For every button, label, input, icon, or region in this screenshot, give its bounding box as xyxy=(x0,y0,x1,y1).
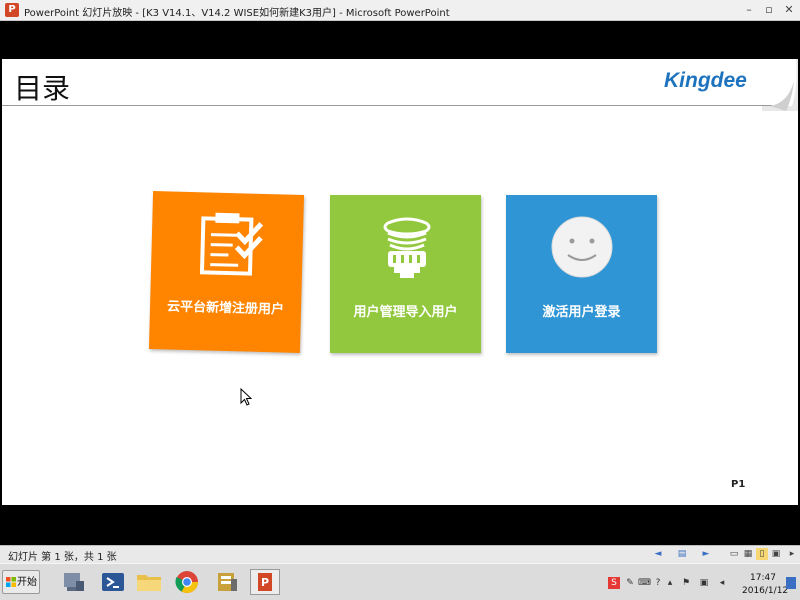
minimize-button[interactable]: – xyxy=(740,3,758,17)
clock-date[interactable]: 2016/1/12 xyxy=(742,586,788,596)
show-desktop-icon[interactable] xyxy=(786,577,796,589)
windows-logo-icon xyxy=(6,577,16,587)
next-slide-icon[interactable]: ► xyxy=(700,548,712,560)
start-label: 开始 xyxy=(17,577,37,588)
slide-heading: 目录 xyxy=(14,72,71,105)
taskbar-chrome[interactable] xyxy=(172,569,202,595)
slide-page-number: P1 xyxy=(731,479,746,490)
taskbar: 开始 P S ✎ ⌨ ? ▴ ⚑ ▣ ◂ 17:47 2016/1/12 xyxy=(0,563,800,600)
powershell-icon xyxy=(102,573,124,591)
window-title: PowerPoint 幻灯片放映 - [K3 V14.1、V14.2 WISE如… xyxy=(24,8,450,19)
heading-divider xyxy=(2,105,772,106)
start-button[interactable]: 开始 xyxy=(2,570,40,594)
server-manager-icon xyxy=(64,573,84,591)
status-bar: 幻灯片 第 1 张，共 1 张 ◄ ▤ ► ▭ ▦ ▯ ▣ ▸ xyxy=(0,545,800,563)
slide-counter: 幻灯片 第 1 张，共 1 张 xyxy=(8,552,117,563)
tile-label: 云平台新增注册用户 xyxy=(166,299,285,318)
window-title-bar: P PowerPoint 幻灯片放映 - [K3 V14.1、V14.2 WIS… xyxy=(0,0,800,21)
slide-sorter-icon[interactable]: ▦ xyxy=(742,548,754,560)
smiley-face-icon xyxy=(551,216,613,278)
database-icon xyxy=(218,573,237,591)
punctuation-icon[interactable]: ✎ xyxy=(624,577,636,589)
powerpoint-app-icon[interactable]: P xyxy=(5,3,19,17)
clipboard-check-icon xyxy=(199,212,264,276)
tile-register-user[interactable]: 云平台新增注册用户 xyxy=(148,191,305,353)
keyboard-icon[interactable]: ⌨ xyxy=(638,577,651,589)
zoom-control-icon[interactable]: ▸ xyxy=(786,548,798,560)
taskbar-powerpoint[interactable]: P xyxy=(250,569,280,595)
previous-slide-icon[interactable]: ◄ xyxy=(652,548,664,560)
svg-text:P: P xyxy=(261,576,269,589)
tray-expand-icon[interactable]: ▴ xyxy=(664,577,676,589)
help-icon[interactable]: ? xyxy=(652,577,664,589)
input-method-icon[interactable]: S xyxy=(608,577,620,589)
page-curl-decoration xyxy=(762,59,798,111)
volume-icon[interactable]: ◂ xyxy=(716,577,728,589)
close-button[interactable]: ✕ xyxy=(780,3,798,17)
network-icon[interactable]: ▣ xyxy=(698,577,710,589)
tile-activate-login[interactable]: 激活用户登录 xyxy=(506,195,657,353)
action-center-flag-icon[interactable]: ⚑ xyxy=(680,577,692,589)
tile-import-user[interactable]: 用户管理导入用户 xyxy=(330,195,481,353)
folder-icon xyxy=(137,575,161,591)
clock-time[interactable]: 17:47 xyxy=(750,573,776,583)
reading-view-icon[interactable]: ▯ xyxy=(756,548,768,560)
mouse-cursor-icon xyxy=(240,388,252,406)
normal-view-icon[interactable]: ▭ xyxy=(728,548,740,560)
restore-button[interactable]: ▫ xyxy=(760,3,778,17)
slideshow-view-icon[interactable]: ▣ xyxy=(770,548,782,560)
taskbar-server-manager[interactable] xyxy=(58,569,88,595)
tile-label: 用户管理导入用户 xyxy=(353,305,458,320)
slide-canvas[interactable]: 目录 Kingdee 云平台新增注册用户 用户管理导入用户 激活用户登录 P1 xyxy=(2,59,798,505)
taskbar-powershell[interactable] xyxy=(98,569,128,595)
powerpoint-icon: P xyxy=(258,573,272,591)
taskbar-file-explorer[interactable] xyxy=(134,569,164,595)
chrome-icon xyxy=(175,571,198,593)
kingdee-logo: Kingdee xyxy=(664,69,747,92)
taskbar-database-tool[interactable] xyxy=(212,569,242,595)
slide-menu-icon[interactable]: ▤ xyxy=(676,548,688,560)
tile-label: 激活用户登录 xyxy=(542,305,621,320)
lightbulb-icon xyxy=(383,217,431,278)
